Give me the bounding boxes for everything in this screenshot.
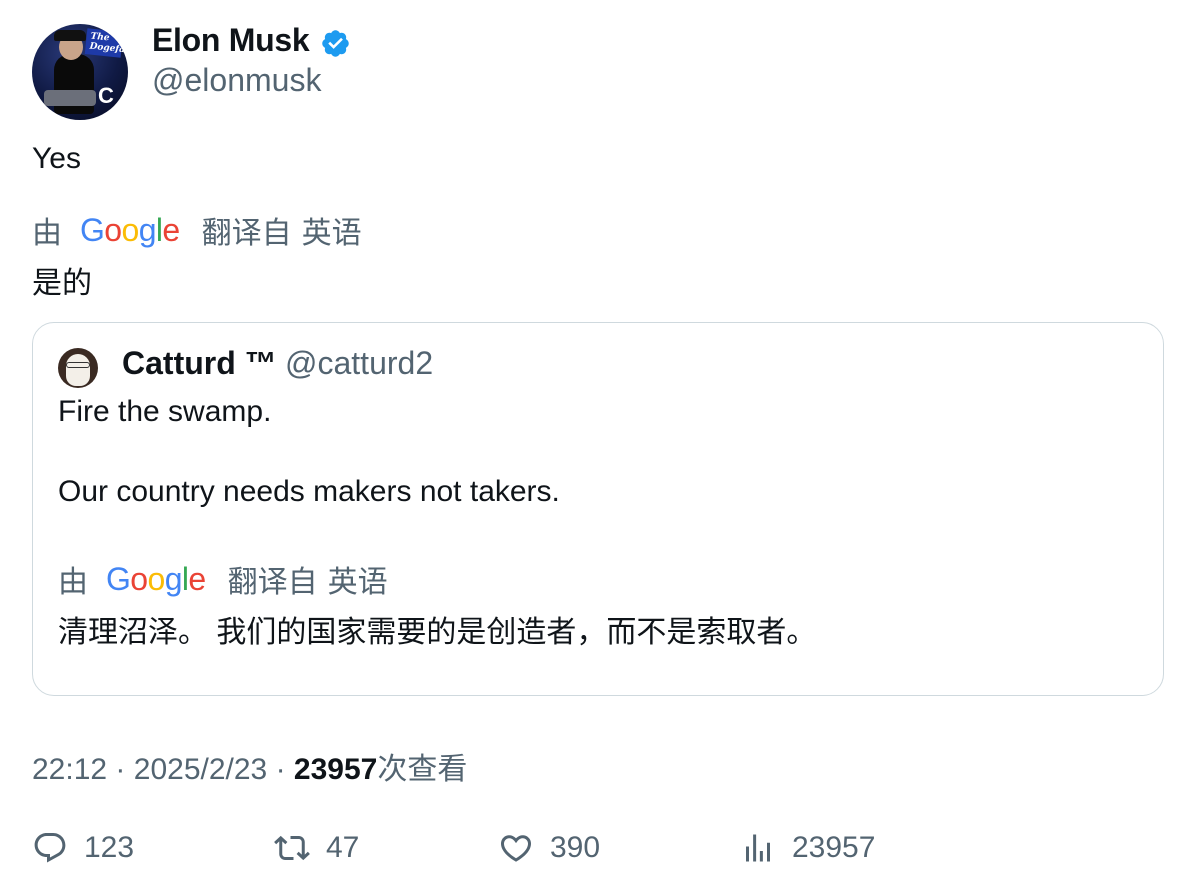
quote-avatar-face — [66, 354, 90, 386]
quote-translation-by-label: 由 — [58, 566, 88, 599]
verified-badge-icon — [322, 30, 349, 57]
quoted-tweet-card[interactable]: Catturd ™ @catturd2 Fire the swamp. Our … — [32, 322, 1164, 696]
tweet-time[interactable]: 22:12 — [32, 753, 107, 786]
like-button[interactable]: 390 — [498, 830, 600, 866]
views-icon — [746, 834, 770, 862]
meta-separator: · — [115, 753, 126, 786]
avatar-gear — [44, 90, 96, 106]
avatar-logo: C — [98, 83, 114, 108]
quote-text-line2: Our country needs makers not takers. — [58, 475, 560, 508]
views-count: 23957 — [792, 831, 876, 864]
author-name[interactable]: Elon Musk — [152, 22, 310, 59]
retweet-icon — [274, 835, 310, 861]
quote-translation-language: 英语 — [327, 566, 388, 599]
meta-separator-2: · — [275, 753, 286, 786]
quote-translation-text: 清理沼泽。 我们的国家需要的是创造者，而不是索取者。 — [58, 616, 817, 649]
quote-author-avatar — [58, 348, 98, 388]
google-logo[interactable]: Google — [80, 212, 180, 249]
quote-google-logo[interactable]: Google — [106, 561, 206, 598]
retweet-count: 47 — [326, 831, 360, 864]
quote-text-line1: Fire the swamp. — [58, 395, 272, 428]
tweet-meta: 22:12 · 2025/2/23 · 23957次查看 — [32, 744, 467, 788]
like-icon — [500, 835, 532, 862]
quote-translation-from-label: 翻译自 — [227, 566, 318, 599]
reply-button[interactable]: 123 — [32, 830, 134, 866]
reply-count: 123 — [84, 831, 135, 864]
like-count: 390 — [550, 831, 601, 864]
translation-by-label: 由 — [32, 217, 62, 250]
tweet-text: Yes — [32, 142, 81, 175]
views-button[interactable]: 23957 — [740, 830, 875, 866]
view-count: 23957 — [293, 753, 378, 786]
quote-author-name: Catturd ™ — [122, 345, 277, 381]
tweet-date[interactable]: 2025/2/23 — [134, 753, 267, 786]
view-count-label: 次查看 — [377, 753, 468, 786]
author-avatar[interactable]: The Dogefa C — [32, 24, 128, 120]
tweet-translation-text: 是的 — [32, 267, 92, 300]
author-handle[interactable]: @elonmusk — [152, 62, 321, 99]
quote-avatar-glasses — [66, 362, 90, 368]
translation-language: 英语 — [301, 217, 362, 250]
translation-from-label: 翻译自 — [201, 217, 292, 250]
reply-icon — [34, 833, 66, 863]
avatar-sign: The Dogefa — [84, 28, 125, 58]
translation-attribution: 由 Google 翻译自 英语 — [32, 208, 362, 252]
quote-translation-attribution: 由 Google 翻译自 英语 — [58, 557, 388, 601]
quote-author-handle: @catturd2 — [285, 345, 434, 381]
avatar-hat — [54, 30, 86, 41]
retweet-button[interactable]: 47 — [274, 830, 359, 866]
